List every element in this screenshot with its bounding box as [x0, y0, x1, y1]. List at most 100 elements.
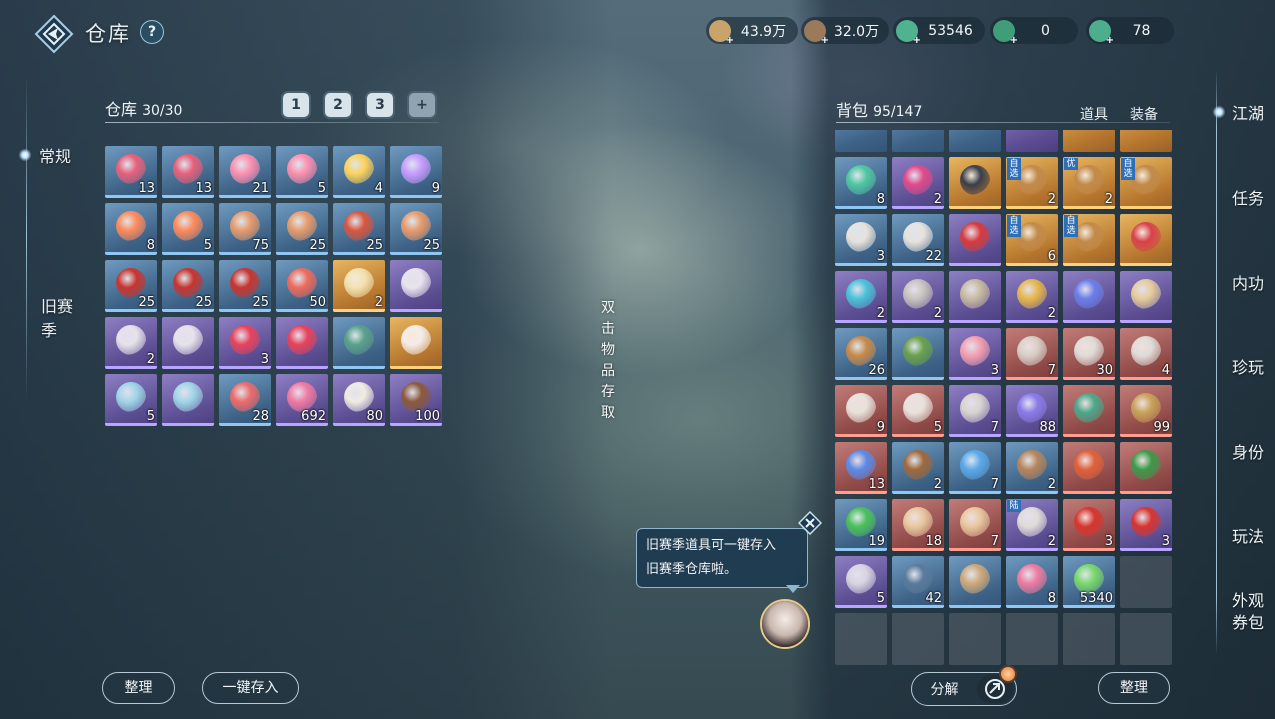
bag-slot[interactable]: 99	[1120, 385, 1172, 437]
decompose-toggle[interactable]	[977, 667, 1015, 703]
warehouse-slot[interactable]: 8	[105, 203, 157, 255]
bag-slot[interactable]: 7	[949, 442, 1001, 494]
bag-slot[interactable]: 7	[949, 499, 1001, 551]
bag-slot[interactable]: 42	[892, 556, 944, 608]
bag-slot[interactable]: 2	[1006, 271, 1058, 323]
sort-bag-button[interactable]: 整理	[1098, 672, 1170, 704]
bag-slot[interactable]: 4	[1120, 328, 1172, 380]
left-nav-old-season[interactable]: 旧赛 季	[41, 295, 73, 343]
bag-slot[interactable]: 3	[1120, 499, 1172, 551]
bag-slot[interactable]: 19	[835, 499, 887, 551]
bag-empty-slot[interactable]	[1120, 613, 1172, 665]
bag-slot[interactable]: 7	[1006, 328, 1058, 380]
warehouse-page-tab-1[interactable]: 1	[283, 93, 309, 117]
bag-slot[interactable]	[1063, 271, 1115, 323]
warehouse-slot[interactable]	[390, 317, 442, 369]
warehouse-slot[interactable]: 50	[276, 260, 328, 312]
right-nav-appearance-coupon[interactable]: 外观 券包	[1222, 590, 1274, 634]
warehouse-slot[interactable]	[390, 260, 442, 312]
warehouse-slot[interactable]: 692	[276, 374, 328, 426]
bag-slot[interactable]: 22	[892, 214, 944, 266]
bag-slot[interactable]	[949, 214, 1001, 266]
warehouse-slot[interactable]: 25	[105, 260, 157, 312]
guide-avatar[interactable]	[762, 601, 808, 647]
bag-slot[interactable]: 5	[892, 385, 944, 437]
bag-slot[interactable]: 2	[892, 157, 944, 209]
bag-slot[interactable]: 2	[892, 442, 944, 494]
right-nav-identity[interactable]: 身份	[1222, 439, 1274, 463]
right-nav-treasures[interactable]: 珍玩	[1222, 354, 1274, 378]
currency-jade-token[interactable]: 0	[990, 17, 1078, 46]
warehouse-page-tab-2[interactable]: 2	[325, 93, 351, 117]
bag-slot[interactable]: 5340	[1063, 556, 1115, 608]
bag-slot[interactable]: 2	[892, 271, 944, 323]
warehouse-slot[interactable]: 75	[219, 203, 271, 255]
bag-slot[interactable]	[949, 157, 1001, 209]
warehouse-slot[interactable]: 2	[105, 317, 157, 369]
warehouse-slot[interactable]	[162, 317, 214, 369]
bag-slot[interactable]: 3	[1063, 499, 1115, 551]
right-nav-tasks[interactable]: 任务	[1222, 185, 1274, 209]
bag-slot[interactable]: 8	[835, 157, 887, 209]
currency-silver[interactable]: 43.9万	[706, 17, 798, 46]
bag-slot[interactable]: 8	[1006, 556, 1058, 608]
left-nav-general[interactable]: 常规	[18, 143, 71, 167]
warehouse-slot[interactable]: 13	[162, 146, 214, 198]
warehouse-slot[interactable]: 25	[333, 203, 385, 255]
bag-slot[interactable]: 自选	[1063, 214, 1115, 266]
bag-slot[interactable]: 26	[835, 328, 887, 380]
currency-copper[interactable]: 32.0万	[801, 17, 889, 46]
bag-slot[interactable]: 30	[1063, 328, 1115, 380]
warehouse-slot[interactable]: 28	[219, 374, 271, 426]
bag-slot[interactable]	[1063, 442, 1115, 494]
warehouse-slot[interactable]	[333, 317, 385, 369]
close-tooltip-icon[interactable]	[798, 511, 822, 535]
warehouse-slot[interactable]	[276, 317, 328, 369]
bag-slot[interactable]: 陆2	[1006, 499, 1058, 551]
bag-slot[interactable]: 2	[835, 271, 887, 323]
warehouse-slot[interactable]: 25	[162, 260, 214, 312]
warehouse-slot[interactable]: 4	[333, 146, 385, 198]
right-nav-gameplay[interactable]: 玩法	[1222, 523, 1274, 547]
warehouse-page-add[interactable]: +	[409, 93, 435, 117]
bag-tab-items[interactable]: 道具	[1080, 104, 1108, 124]
warehouse-slot[interactable]: 80	[333, 374, 385, 426]
warehouse-slot[interactable]: 5	[276, 146, 328, 198]
warehouse-slot[interactable]: 5	[162, 203, 214, 255]
bag-tab-equipment[interactable]: 装备	[1130, 104, 1158, 124]
warehouse-slot[interactable]: 5	[105, 374, 157, 426]
bag-empty-slot[interactable]	[1063, 613, 1115, 665]
bag-slot[interactable]	[1120, 214, 1172, 266]
decompose-button[interactable]: 分解	[911, 667, 1017, 706]
bag-empty-slot[interactable]	[949, 613, 1001, 665]
bag-slot[interactable]	[949, 271, 1001, 323]
bag-empty-slot[interactable]	[835, 613, 887, 665]
bag-slot[interactable]	[892, 328, 944, 380]
bag-empty-slot[interactable]	[1120, 556, 1172, 608]
warehouse-slot[interactable]: 3	[219, 317, 271, 369]
warehouse-page-tab-3[interactable]: 3	[367, 93, 393, 117]
warehouse-slot[interactable]: 100	[390, 374, 442, 426]
bag-slot[interactable]	[1063, 385, 1115, 437]
warehouse-slot[interactable]: 25	[390, 203, 442, 255]
bag-slot[interactable]: 88	[1006, 385, 1058, 437]
bag-slot[interactable]: 2	[1006, 442, 1058, 494]
bag-empty-slot[interactable]	[892, 613, 944, 665]
bag-slot[interactable]: 13	[835, 442, 887, 494]
deposit-all-button[interactable]: 一键存入	[202, 672, 299, 704]
bag-slot[interactable]	[1120, 271, 1172, 323]
right-nav-jianghu[interactable]: 江湖	[1212, 100, 1264, 124]
bag-slot[interactable]: 7	[949, 385, 1001, 437]
warehouse-slot[interactable]: 13	[105, 146, 157, 198]
warehouse-slot[interactable]	[162, 374, 214, 426]
sort-warehouse-button[interactable]: 整理	[102, 672, 175, 704]
warehouse-slot[interactable]: 2	[333, 260, 385, 312]
bag-slot[interactable]: 9	[835, 385, 887, 437]
bag-slot[interactable]: 5	[835, 556, 887, 608]
bag-slot[interactable]: 18	[892, 499, 944, 551]
bag-slot[interactable]: 自选 2	[1006, 157, 1058, 209]
bag-slot[interactable]: 3	[835, 214, 887, 266]
bag-slot[interactable]	[949, 556, 1001, 608]
bag-slot[interactable]: 3	[949, 328, 1001, 380]
bag-slot[interactable]: 自选	[1120, 157, 1172, 209]
